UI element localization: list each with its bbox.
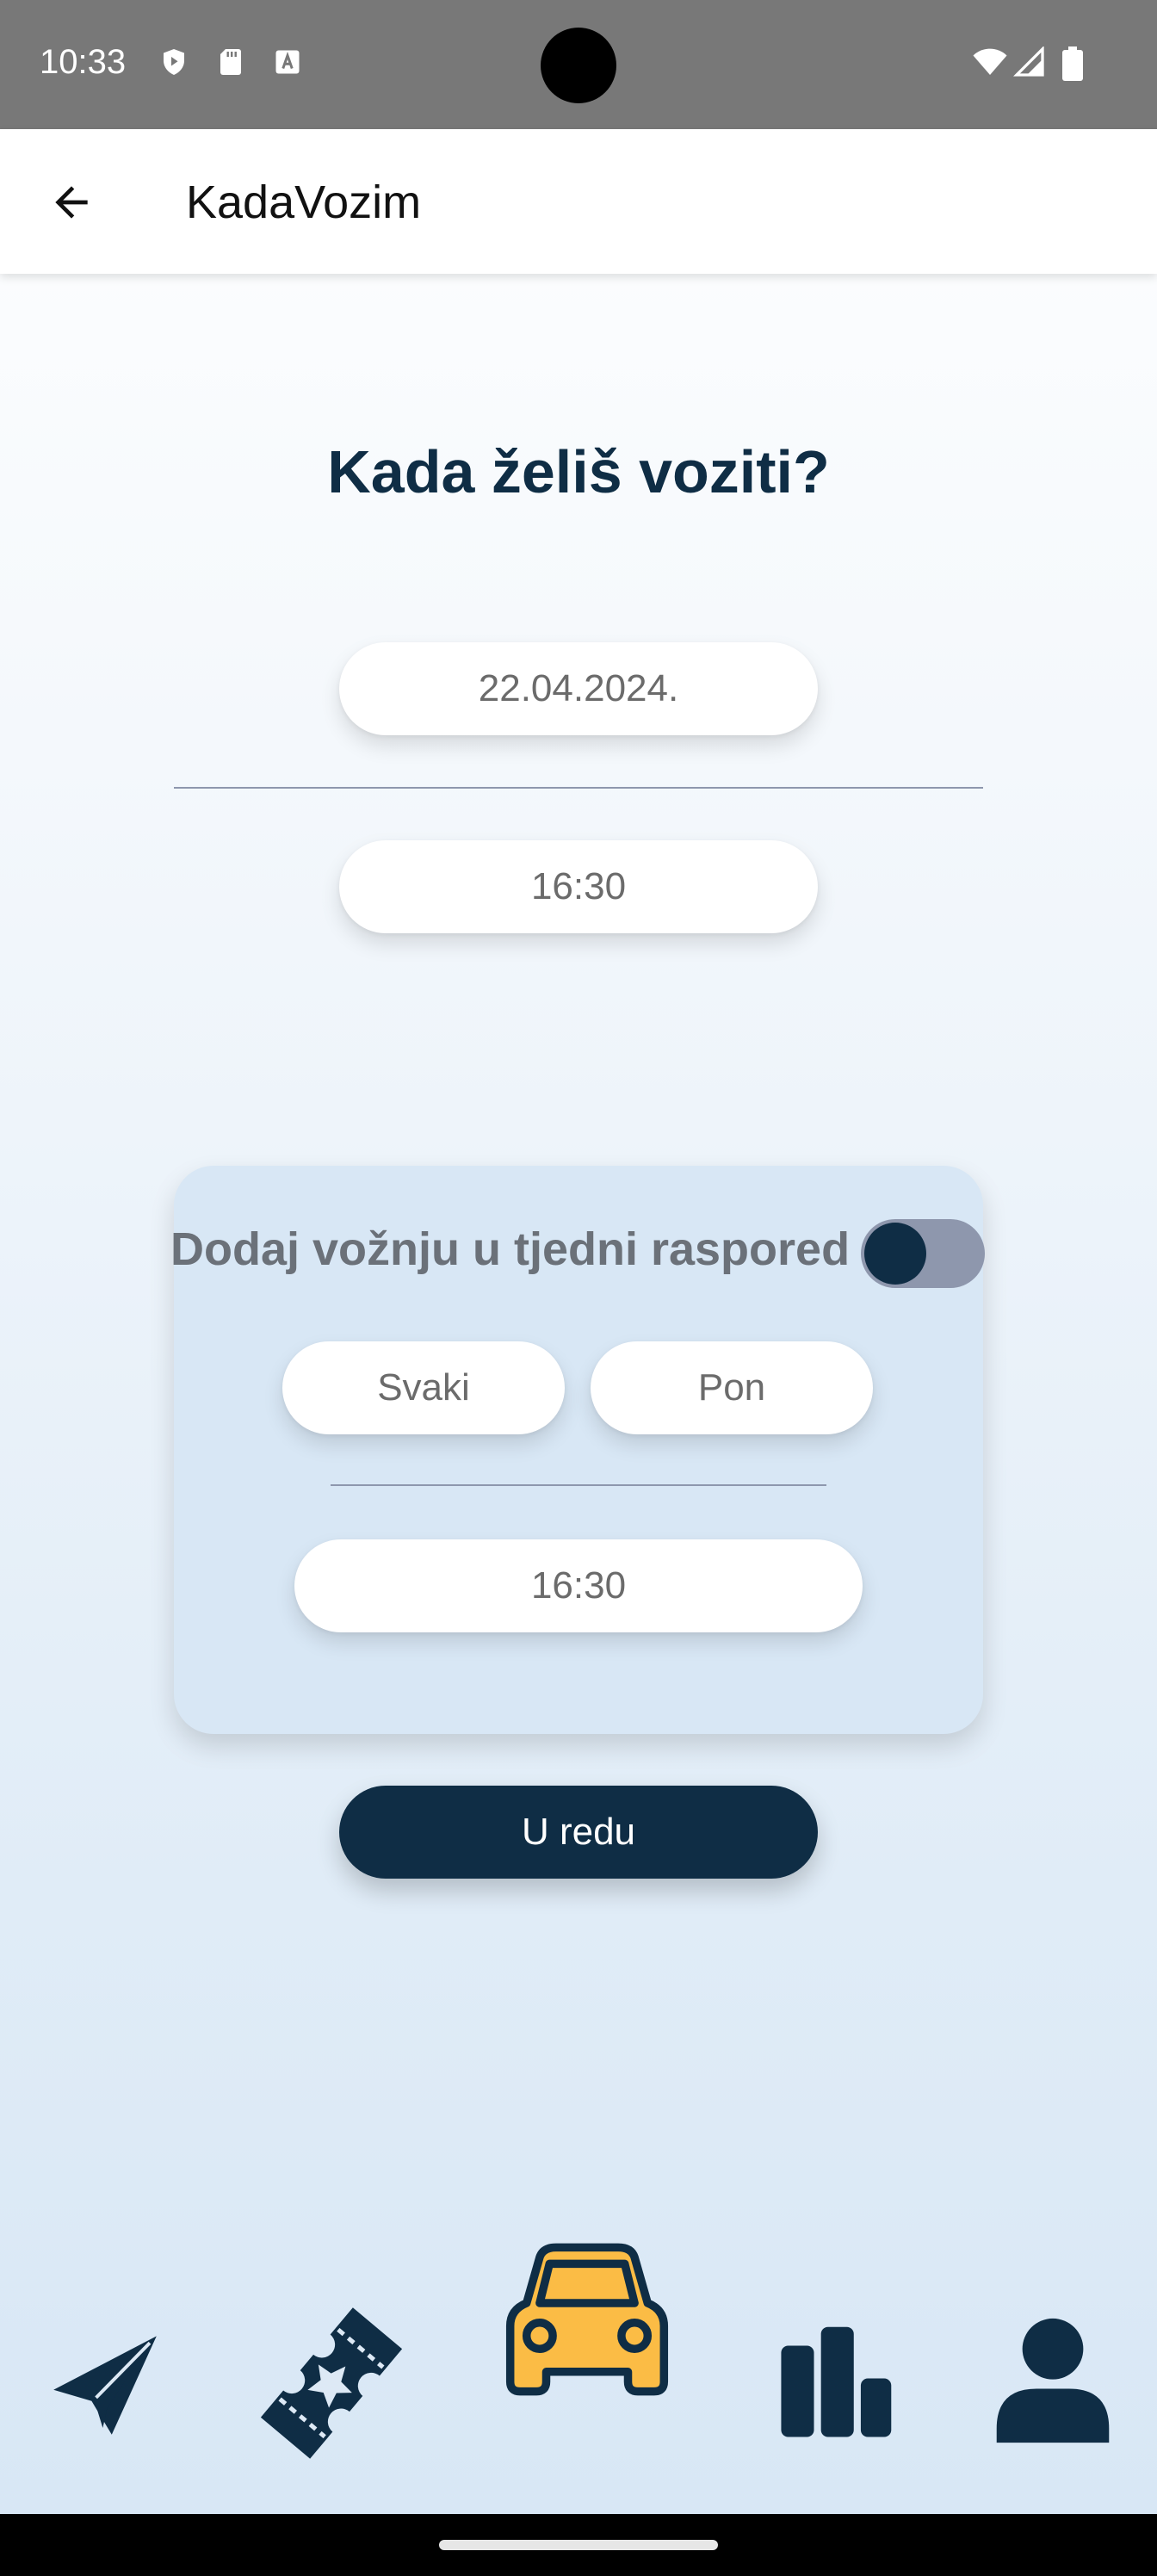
battery-icon <box>1062 46 1083 81</box>
person-icon <box>994 2316 1111 2449</box>
signal-icon <box>1012 46 1047 77</box>
status-bar: 10:33 <box>0 0 1157 129</box>
frequency-select[interactable]: Svaki <box>282 1341 565 1434</box>
weekly-time-picker-button[interactable]: 16:30 <box>294 1539 863 1632</box>
car-icon <box>497 2238 677 2406</box>
weekly-schedule-label: Dodaj vožnju u tjedni raspored <box>170 1223 851 1275</box>
nav-stats-button[interactable] <box>775 2325 895 2445</box>
nav-send-button[interactable] <box>45 2325 165 2445</box>
bar-chart-icon <box>776 2325 894 2446</box>
date-picker-button[interactable]: 22.04.2024. <box>339 642 818 735</box>
shield-icon <box>158 46 189 77</box>
card-divider <box>331 1484 826 1486</box>
arrow-left-icon <box>47 178 96 231</box>
nav-tickets-button[interactable] <box>258 2307 405 2462</box>
status-time: 10:33 <box>40 43 127 81</box>
home-gesture-handle[interactable] <box>439 2540 718 2550</box>
day-value: Pon <box>697 1366 766 1409</box>
frequency-value: Svaki <box>377 1366 470 1409</box>
wifi-icon <box>971 46 1009 77</box>
text-a-icon <box>272 46 303 77</box>
day-select[interactable]: Pon <box>591 1341 873 1434</box>
paper-plane-icon <box>49 2327 161 2443</box>
confirm-label: U redu <box>521 1811 636 1853</box>
nav-profile-button[interactable] <box>988 2318 1117 2447</box>
nav-drive-button[interactable] <box>492 2237 682 2406</box>
sd-card-icon <box>215 46 246 77</box>
time-picker-button[interactable]: 16:30 <box>339 840 818 933</box>
confirm-button[interactable]: U redu <box>339 1786 818 1879</box>
app-bar: KadaVozim <box>0 129 1157 274</box>
date-value: 22.04.2024. <box>478 667 679 709</box>
back-button[interactable] <box>34 167 108 241</box>
front-camera <box>541 28 616 103</box>
toggle-knob <box>864 1223 926 1285</box>
time-value: 16:30 <box>530 865 627 907</box>
weekly-schedule-toggle[interactable] <box>861 1219 985 1288</box>
weekly-time-value: 16:30 <box>530 1564 627 1607</box>
ticket-icon <box>258 2306 405 2465</box>
divider <box>174 787 983 789</box>
app-title: KadaVozim <box>186 176 422 228</box>
page-title: Kada želiš voziti? <box>327 438 830 505</box>
